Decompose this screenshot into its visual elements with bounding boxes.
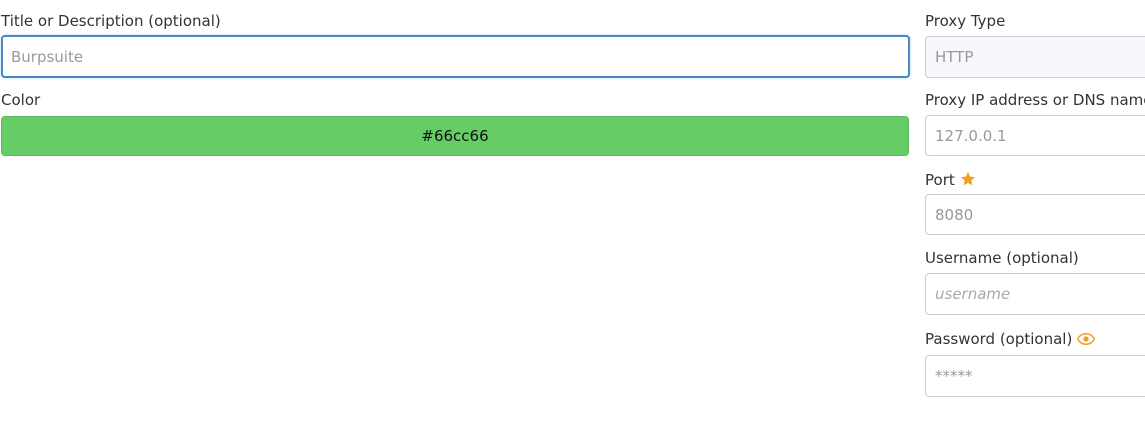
color-label: Color: [1, 91, 41, 109]
password-input-wrapper[interactable]: [925, 355, 1145, 397]
port-label: Port: [925, 170, 976, 190]
color-value: #66cc66: [421, 127, 489, 145]
port-label-text: Port: [925, 171, 955, 189]
title-label: Title or Description (optional): [1, 12, 221, 30]
address-input[interactable]: [935, 126, 1145, 145]
password-label-text: Password (optional): [925, 330, 1073, 348]
username-input-wrapper[interactable]: [925, 273, 1145, 315]
proxy-type-label: Proxy Type: [925, 12, 1006, 30]
eye-icon[interactable]: [1077, 332, 1096, 346]
title-input-wrapper[interactable]: [1, 35, 910, 78]
password-label: Password (optional): [925, 329, 1096, 349]
title-input[interactable]: [11, 47, 900, 66]
proxy-type-value: HTTP: [935, 48, 974, 66]
username-input[interactable]: [935, 285, 1145, 303]
star-icon: [960, 172, 975, 186]
port-input[interactable]: [935, 205, 1145, 224]
password-input[interactable]: [935, 367, 1145, 385]
username-label: Username (optional): [925, 249, 1079, 267]
proxy-type-select[interactable]: HTTP: [925, 36, 1145, 78]
port-input-wrapper[interactable]: [925, 194, 1145, 235]
address-input-wrapper[interactable]: [925, 115, 1145, 156]
color-picker-button[interactable]: #66cc66: [1, 116, 909, 156]
address-label: Proxy IP address or DNS name: [925, 91, 1145, 109]
